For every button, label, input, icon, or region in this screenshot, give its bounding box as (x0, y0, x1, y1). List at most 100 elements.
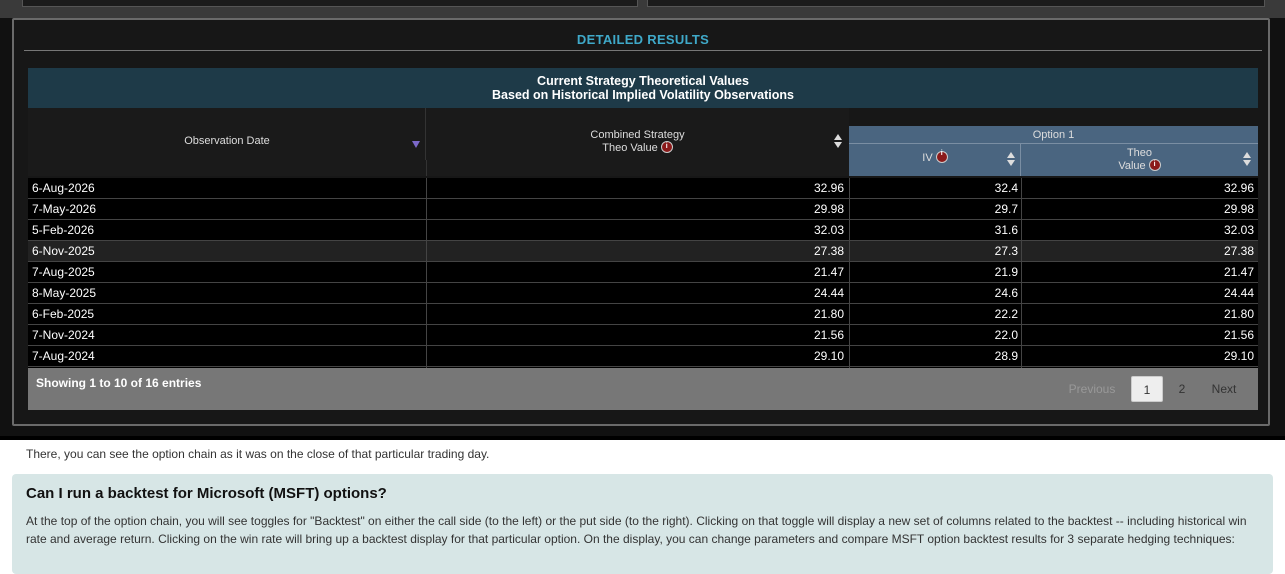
column-divider (849, 241, 850, 261)
cell-observation-date: 6-Feb-2025 (32, 307, 95, 321)
sort-icon (1243, 152, 1251, 168)
cell-iv: 31.6 (994, 223, 1018, 237)
table-row: 6-Aug-2026 32.96 32.4 32.96 (28, 178, 1258, 199)
column-divider (426, 346, 427, 366)
cell-iv: 24.6 (994, 286, 1018, 300)
cell-combined-theo-value: 29.10 (813, 349, 844, 363)
cell-observation-date: 7-Aug-2024 (32, 349, 95, 363)
info-icon[interactable] (1148, 158, 1161, 172)
col-header-theo[interactable]: Theo Value (1021, 144, 1258, 176)
column-divider (426, 304, 427, 324)
column-divider (426, 241, 427, 261)
detailed-results-panel: DETAILED RESULTS Current Strategy Theore… (12, 18, 1270, 426)
option-group-label: Option 1 (1032, 129, 1075, 141)
cell-iv: 22.0 (994, 328, 1018, 342)
table-row: 7-Aug-2024 29.10 28.9 29.10 (28, 346, 1258, 367)
cell-iv: 22.2 (994, 307, 1018, 321)
cell-iv: 27.3 (994, 244, 1018, 258)
column-divider (849, 199, 850, 219)
table-row: 8-May-2025 24.44 24.6 24.44 (28, 283, 1258, 304)
body-text: There, you can see the option chain as i… (26, 447, 490, 461)
cell-observation-date: 7-Aug-2025 (32, 265, 95, 279)
cell-theo-value: 32.03 (1223, 223, 1254, 237)
header-filler (426, 160, 849, 176)
column-divider (1021, 241, 1022, 261)
cell-combined-theo-value: 32.03 (813, 223, 844, 237)
sort-icon (1007, 152, 1015, 168)
faq-item: Can I run a backtest for Microsoft (MSFT… (12, 474, 1273, 574)
cell-theo-value: 21.80 (1223, 307, 1254, 321)
panel-title: DETAILED RESULTS (576, 32, 710, 47)
pagination-previous[interactable]: Previous (1062, 376, 1122, 402)
column-divider (1021, 283, 1022, 303)
cell-observation-date: 7-May-2026 (32, 202, 97, 216)
col-header-iv[interactable]: IV (849, 144, 1021, 176)
cell-observation-date: 8-May-2025 (32, 286, 97, 300)
table-row: 6-Feb-2025 21.80 22.2 21.80 (28, 304, 1258, 325)
results-table: Current Strategy Theoretical Values Base… (28, 68, 1258, 410)
option-group-header: Option 1 (849, 126, 1258, 144)
column-divider (1021, 304, 1022, 324)
results-section: DETAILED RESULTS Current Strategy Theore… (0, 0, 1285, 440)
column-divider (1021, 325, 1022, 345)
column-divider (426, 199, 427, 219)
col-header-date-label: Observation Date (184, 135, 270, 147)
column-divider (426, 220, 427, 240)
table-row: 7-May-2026 29.98 29.7 29.98 (28, 199, 1258, 220)
pagination-page-2[interactable]: 2 (1168, 376, 1196, 402)
table-title-line1: Current Strategy Theoretical Values (537, 74, 749, 88)
column-divider (849, 304, 850, 324)
table-row: 6-Nov-2025 27.38 27.3 27.38 (28, 241, 1258, 262)
cell-theo-value: 29.98 (1223, 202, 1254, 216)
cell-iv: 29.7 (994, 202, 1018, 216)
cell-theo-value: 21.56 (1223, 328, 1254, 342)
table-row: 7-Aug-2025 21.47 21.9 21.47 (28, 262, 1258, 283)
faq-question[interactable]: Can I run a backtest for Microsoft (MSFT… (26, 485, 387, 502)
entries-info: Showing 1 to 10 of 16 entries (36, 376, 202, 390)
column-divider (849, 325, 850, 345)
section-bottom-edge (0, 436, 1285, 440)
faq-answer: At the top of the option chain, you will… (26, 514, 1247, 546)
cell-theo-value: 29.10 (1223, 349, 1254, 363)
column-divider (849, 283, 850, 303)
theo-header-line2: Value (1118, 160, 1146, 172)
pagination-page-1[interactable]: 1 (1131, 376, 1163, 402)
cell-combined-theo-value: 29.98 (813, 202, 844, 216)
top-right-card (647, 0, 1265, 7)
table-title-line2: Based on Historical Implied Volatility O… (492, 88, 794, 102)
header-filler (28, 160, 427, 176)
cell-combined-theo-value: 24.44 (813, 286, 844, 300)
column-divider (1021, 346, 1022, 366)
table-footer: Showing 1 to 10 of 16 entries Previous 1… (28, 368, 1258, 410)
info-icon[interactable] (935, 150, 948, 164)
cell-observation-date: 6-Nov-2025 (32, 244, 95, 258)
cell-theo-value: 27.38 (1223, 244, 1254, 258)
pagination-next[interactable]: Next (1200, 376, 1248, 402)
cell-combined-theo-value: 32.96 (813, 181, 844, 195)
column-divider (849, 178, 850, 198)
cell-combined-theo-value: 21.56 (813, 328, 844, 342)
panel-divider (24, 50, 1262, 51)
cell-theo-value: 24.44 (1223, 286, 1254, 300)
iv-header-label: IV (922, 152, 933, 164)
column-divider (849, 262, 850, 282)
column-divider (1021, 262, 1022, 282)
cell-observation-date: 7-Nov-2024 (32, 328, 95, 342)
cell-iv: 28.9 (994, 349, 1018, 363)
column-divider (849, 220, 850, 240)
sort-desc-icon (412, 141, 420, 148)
column-divider (1021, 199, 1022, 219)
cell-observation-date: 5-Feb-2026 (32, 223, 95, 237)
cell-combined-theo-value: 27.38 (813, 244, 844, 258)
theo-header-line1: Theo (1126, 147, 1153, 159)
cell-iv: 32.4 (994, 181, 1018, 195)
combined-header-line1: Combined Strategy (590, 129, 685, 141)
col-header-combined[interactable]: Combined Strategy Theo Value (426, 108, 849, 160)
info-icon[interactable] (660, 140, 673, 154)
col-header-date[interactable]: Observation Date (28, 108, 426, 160)
column-divider (426, 178, 427, 198)
sort-icon (834, 134, 842, 150)
table-row: 5-Feb-2026 32.03 31.6 32.03 (28, 220, 1258, 241)
cell-combined-theo-value: 21.80 (813, 307, 844, 321)
column-divider (1021, 220, 1022, 240)
